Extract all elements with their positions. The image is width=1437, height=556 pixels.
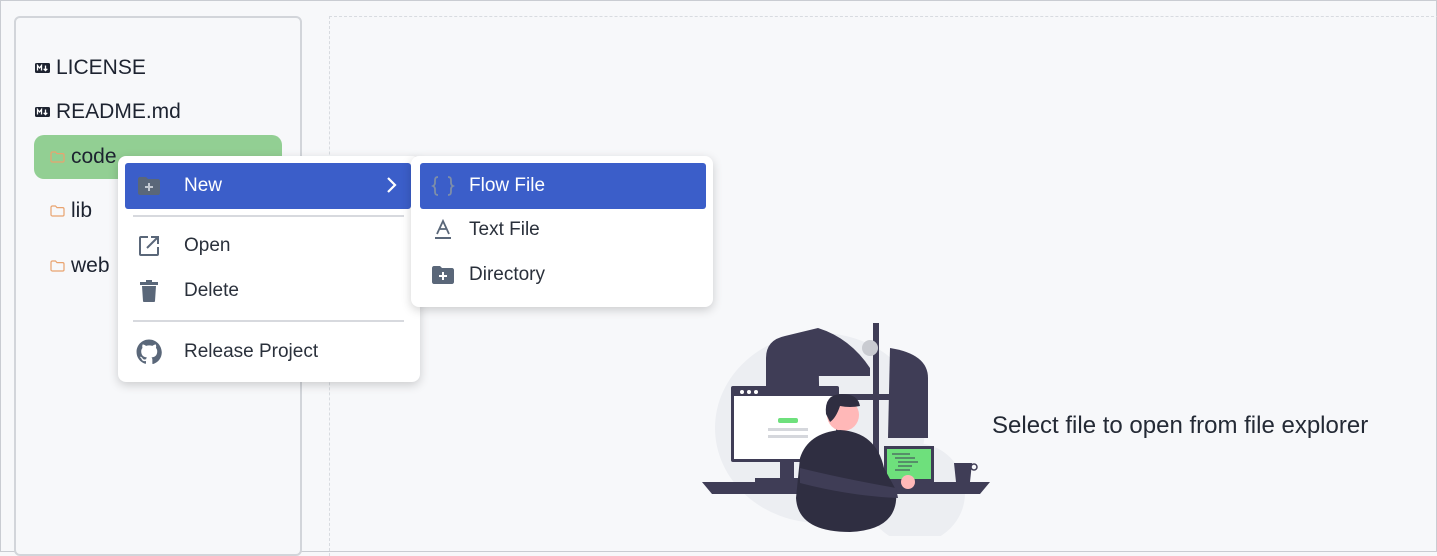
text-icon <box>430 217 456 243</box>
tree-item-label: web <box>71 254 110 277</box>
menu-item-label: Release Project <box>184 341 319 362</box>
menu-item-label: Text File <box>469 219 540 240</box>
braces-icon <box>430 173 456 199</box>
tree-item-label: LICENSE <box>56 56 146 79</box>
folder-icon <box>49 258 65 274</box>
external-link-icon <box>136 233 162 259</box>
menu-item-release-project[interactable]: Release Project <box>125 330 411 374</box>
tree-item-web[interactable]: web <box>49 244 110 288</box>
submenu-item-text-file[interactable]: Text File <box>420 208 706 252</box>
folder-plus-icon <box>430 262 456 288</box>
tree-item-label: code <box>71 145 117 168</box>
menu-item-label: Flow File <box>469 175 546 196</box>
tree-item-label: lib <box>71 199 93 222</box>
markdown-icon <box>34 60 50 76</box>
menu-item-label: Delete <box>184 280 239 301</box>
menu-item-label: Directory <box>469 264 546 285</box>
menu-item-label: New <box>184 175 223 196</box>
tree-item-lib[interactable]: lib <box>49 189 92 233</box>
trash-icon <box>136 278 162 304</box>
submenu-item-flow-file[interactable]: Flow File <box>420 163 706 209</box>
menu-separator <box>133 215 404 217</box>
chevron-right-icon <box>385 176 397 200</box>
tree-item-label: README.md <box>56 100 181 123</box>
tree-item-license[interactable]: LICENSE <box>34 46 146 90</box>
menu-item-label: Open <box>184 235 231 256</box>
empty-state-illustration <box>700 318 995 543</box>
menu-item-delete[interactable]: Delete <box>125 269 411 313</box>
folder-icon <box>49 203 65 219</box>
submenu-item-directory[interactable]: Directory <box>420 253 706 297</box>
github-icon <box>136 339 162 365</box>
menu-item-open[interactable]: Open <box>125 224 411 268</box>
folder-plus-icon <box>136 173 162 199</box>
empty-state-message: Select file to open from file explorer <box>992 412 1369 439</box>
folder-icon <box>49 149 65 165</box>
tree-item-readme[interactable]: README.md <box>34 90 181 134</box>
markdown-icon <box>34 104 50 120</box>
menu-separator <box>133 320 404 322</box>
menu-item-new[interactable]: New <box>125 163 411 209</box>
